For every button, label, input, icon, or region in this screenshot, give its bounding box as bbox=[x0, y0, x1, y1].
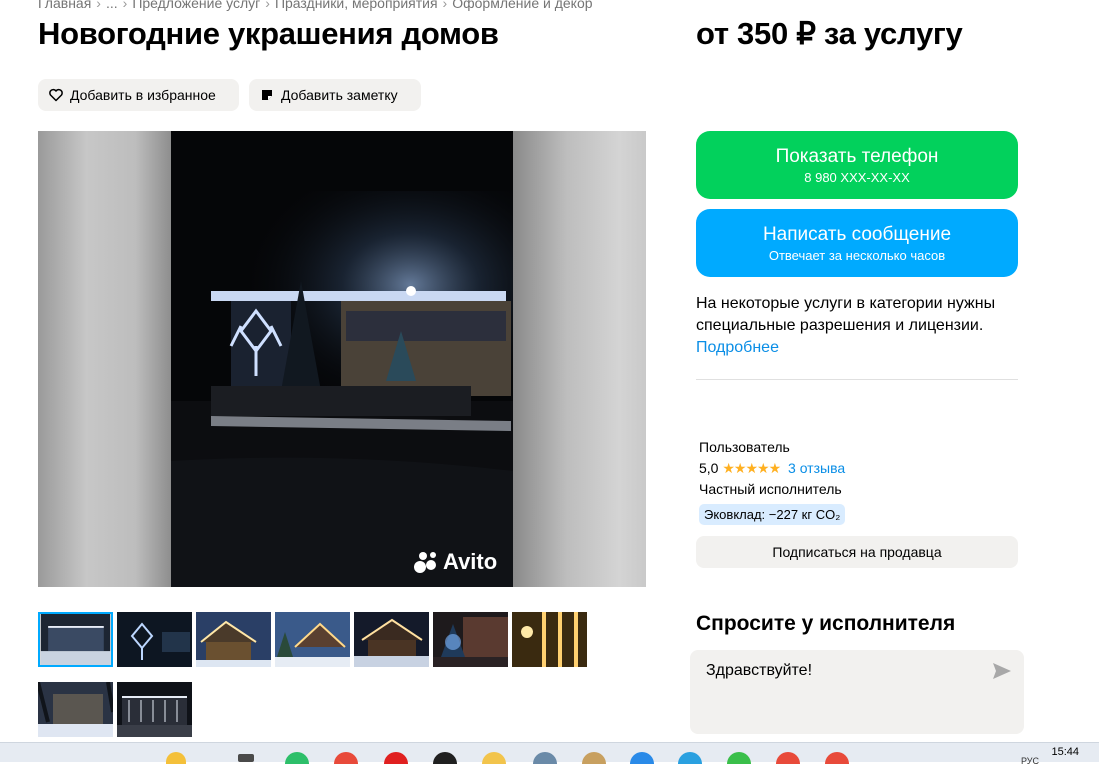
write-message-button[interactable]: Написать сообщение Отвечает за несколько… bbox=[696, 209, 1018, 277]
thumbnail[interactable] bbox=[38, 682, 113, 737]
seller-info: Пользователь 5,0 ★★★★★ 3 отзыва Частный … bbox=[699, 437, 846, 525]
add-to-favorites-label: Добавить в избранное bbox=[70, 87, 216, 103]
breadcrumb-separator: › bbox=[442, 0, 448, 11]
opera-icon[interactable] bbox=[384, 752, 408, 764]
thumb-house-snow bbox=[354, 612, 429, 667]
breadcrumb-item-ellipsis[interactable]: ... bbox=[106, 0, 118, 11]
add-note-label: Добавить заметку bbox=[281, 87, 398, 103]
thumb-tree-lights bbox=[433, 612, 508, 667]
taskbar: РУС 15:44 bbox=[0, 742, 1099, 766]
breadcrumb-separator: › bbox=[122, 0, 128, 11]
phone-number-masked: 8 980 XXX-XX-XX bbox=[804, 169, 910, 185]
app-icon[interactable] bbox=[630, 752, 654, 764]
edge-icon[interactable] bbox=[285, 752, 309, 764]
avito-logo-icon bbox=[414, 552, 436, 573]
ask-section-title: Спросите у исполнителя bbox=[696, 612, 956, 635]
chrome-icon[interactable] bbox=[825, 752, 849, 764]
add-note-button[interactable]: Добавить заметку bbox=[249, 79, 421, 111]
subscribe-label: Подписаться на продавца bbox=[772, 544, 942, 560]
thumbnail[interactable] bbox=[354, 612, 429, 667]
house-lights-photo bbox=[171, 131, 513, 587]
price: от 350 ₽ за услугу bbox=[696, 16, 963, 51]
show-phone-button[interactable]: Показать телефон 8 980 XXX-XX-XX bbox=[696, 131, 1018, 199]
divider bbox=[696, 379, 1018, 380]
clock[interactable]: 15:44 bbox=[1051, 746, 1079, 758]
seller-rating: 5,0 ★★★★★ 3 отзыва bbox=[699, 458, 845, 479]
breadcrumb-separator: › bbox=[96, 0, 101, 11]
reviews-link[interactable]: 3 отзыва bbox=[788, 460, 845, 476]
message-text: Здравствуйте! bbox=[706, 662, 813, 679]
thumb-butterfly-lights bbox=[117, 612, 192, 667]
show-phone-label: Показать телефон bbox=[775, 145, 939, 167]
calculator-icon[interactable] bbox=[533, 752, 557, 764]
app-icon[interactable] bbox=[727, 752, 751, 764]
send-icon[interactable] bbox=[992, 662, 1012, 680]
thumbnail[interactable] bbox=[38, 612, 113, 667]
thumb-winter-house bbox=[38, 682, 113, 737]
paint-icon[interactable] bbox=[582, 752, 606, 764]
main-photo[interactable]: Avito bbox=[38, 131, 646, 587]
message-input[interactable]: Здравствуйте! bbox=[690, 650, 1024, 734]
write-message-label: Написать сообщение bbox=[762, 223, 952, 245]
response-time: Отвечает за несколько часов bbox=[768, 247, 946, 263]
thumbnail[interactable] bbox=[512, 612, 587, 667]
avito-watermark: Avito bbox=[413, 549, 497, 575]
heart-icon bbox=[49, 88, 63, 102]
chrome-icon[interactable] bbox=[334, 752, 358, 764]
breadcrumb-item-services[interactable]: Предложение услуг bbox=[132, 0, 260, 11]
breadcrumb-separator: › bbox=[265, 0, 270, 11]
note-icon bbox=[262, 90, 272, 100]
subscribe-seller-button[interactable]: Подписаться на продавца bbox=[696, 536, 1018, 568]
thumb-building-night bbox=[40, 614, 111, 665]
thumbnail[interactable] bbox=[196, 612, 271, 667]
seller-name[interactable]: Пользователь bbox=[699, 437, 845, 458]
thumb-house-dusk bbox=[275, 612, 350, 667]
license-notice-text: На некоторые услуги в категории нужны сп… bbox=[696, 295, 996, 334]
page-title: Новогодние украшения домов bbox=[38, 16, 499, 51]
chrome-icon[interactable] bbox=[776, 752, 800, 764]
language-indicator[interactable]: РУС bbox=[1021, 756, 1039, 766]
thumb-warm-lights bbox=[512, 612, 587, 667]
eco-contribution-badge[interactable]: Эковклад: −227 кг CO₂ bbox=[699, 504, 846, 525]
widgets-icon[interactable] bbox=[166, 752, 186, 764]
app-icon[interactable] bbox=[433, 752, 457, 764]
telegram-icon[interactable] bbox=[678, 752, 702, 764]
rating-stars: ★★★★★ bbox=[722, 460, 781, 476]
more-info-link[interactable]: Подробнее bbox=[696, 337, 1026, 359]
thumbnail[interactable] bbox=[117, 612, 192, 667]
breadcrumb-item-decor[interactable]: Оформление и декор bbox=[452, 0, 592, 11]
breadcrumb-item-holidays[interactable]: Праздники, мероприятия bbox=[275, 0, 438, 11]
license-notice: На некоторые услуги в категории нужны сп… bbox=[696, 293, 1026, 359]
rating-value: 5,0 bbox=[699, 460, 719, 476]
thumb-facade-night bbox=[117, 682, 192, 737]
thumbnail[interactable] bbox=[117, 682, 192, 737]
thumbnail[interactable] bbox=[275, 612, 350, 667]
avito-watermark-text: Avito bbox=[443, 549, 498, 574]
breadcrumb: Главная › ... › Предложение услуг › Праз… bbox=[38, 0, 593, 11]
breadcrumb-item-home[interactable]: Главная bbox=[38, 0, 91, 11]
add-to-favorites-button[interactable]: Добавить в избранное bbox=[38, 79, 239, 111]
thumb-house-icicles bbox=[196, 612, 271, 667]
photo-blur-background bbox=[513, 131, 646, 587]
seller-type: Частный исполнитель bbox=[699, 481, 842, 497]
thumbnail[interactable] bbox=[433, 612, 508, 667]
folder-icon[interactable] bbox=[482, 752, 506, 764]
